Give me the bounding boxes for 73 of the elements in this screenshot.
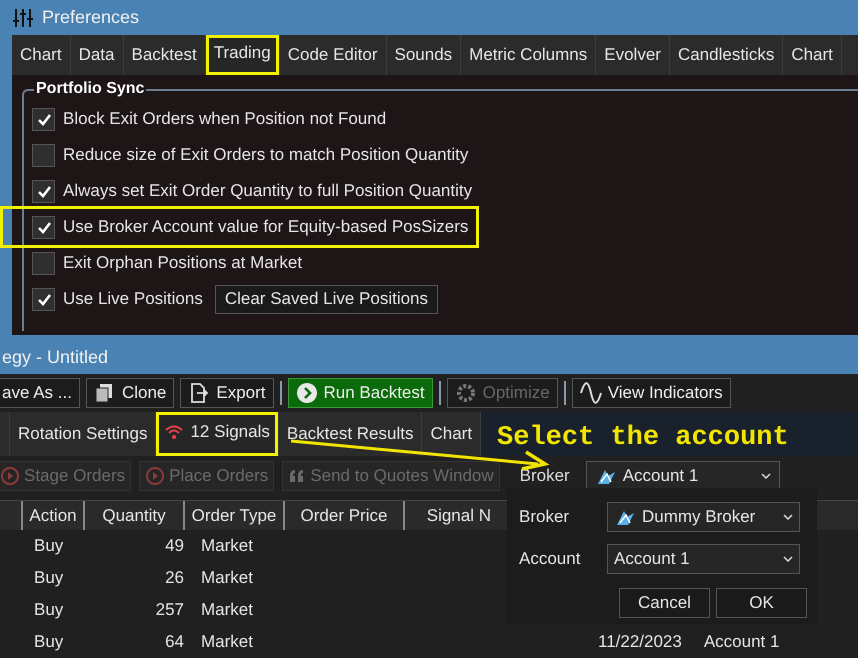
checkbox-label: Use Live Positions xyxy=(63,288,203,310)
tab[interactable]: Chart xyxy=(783,35,842,75)
tab[interactable]: Candlesticks xyxy=(670,35,784,75)
column-header: Action xyxy=(23,501,85,530)
account-dropdown[interactable]: Account 1 xyxy=(607,544,800,574)
gear-icon xyxy=(454,382,477,404)
table-cell-text: 11/22/2023 xyxy=(598,631,682,654)
table-cell-text: Market xyxy=(201,631,254,654)
table-cell-text: Buy xyxy=(34,631,64,654)
dialog-button[interactable]: Cancel xyxy=(619,588,710,618)
table-cell-text: Buy xyxy=(34,567,64,590)
tab[interactable]: Rotation Settings xyxy=(10,412,156,456)
table-cell-text: Account 1 xyxy=(704,631,780,654)
checkbox[interactable] xyxy=(32,180,55,202)
tab[interactable]: Code Editor xyxy=(280,35,386,75)
field-label: Broker xyxy=(520,465,570,488)
checkbox[interactable] xyxy=(32,252,55,274)
checkbox[interactable] xyxy=(32,108,55,130)
checkbox-label: Exit Orphan Positions at Market xyxy=(63,252,302,274)
window-title: Preferences xyxy=(42,6,140,29)
column-header: Order Price xyxy=(285,501,405,530)
broker-dropdown[interactable]: Dummy Broker xyxy=(607,502,800,532)
toolbar-button[interactable]: View Indicators xyxy=(572,378,731,408)
dialog-button[interactable]: OK xyxy=(716,588,807,618)
table-cell-text: Buy xyxy=(34,599,64,622)
sliders-icon xyxy=(12,6,34,28)
column-header: Quantity xyxy=(85,501,185,530)
checkbox-label: Always set Exit Order Quantity to full Position Quantity xyxy=(63,180,472,202)
tab[interactable]: Trading xyxy=(206,35,280,75)
annotation-text: Select the account xyxy=(496,422,789,455)
account-dropdown[interactable]: Account 1 xyxy=(586,461,780,491)
wifi-icon xyxy=(164,424,184,440)
tab[interactable]: Data xyxy=(70,35,124,75)
table-cell-text: Buy xyxy=(34,535,64,558)
toolbar-button[interactable]: Clone xyxy=(86,378,174,408)
table-cell-text: 64 xyxy=(164,631,184,654)
table-cell-text: 49 xyxy=(164,535,184,558)
chevron-icon xyxy=(783,514,793,520)
tab[interactable]: Backtest Results xyxy=(278,412,422,456)
table-cell-text: Market xyxy=(201,567,254,590)
group-title: Portfolio Sync xyxy=(34,79,146,99)
checkbox-label: Block Exit Orders when Position not Found xyxy=(63,108,386,130)
table-cell-text: Market xyxy=(201,599,254,622)
tab[interactable]: 12 Signals xyxy=(156,412,279,456)
column-header: Order Type xyxy=(185,501,285,530)
column-header: Signal N xyxy=(426,504,492,527)
field-label: Broker xyxy=(519,506,570,528)
toolbar-button[interactable]: ave As ... xyxy=(0,378,80,408)
toolbar-button[interactable]: Export xyxy=(180,378,274,408)
play-icon xyxy=(145,466,166,486)
tab[interactable]: Sounds xyxy=(386,35,462,75)
tab[interactable]: Chart xyxy=(422,412,482,456)
window-title: egy - Untitled xyxy=(2,346,108,369)
clear-button[interactable]: Clear Saved Live Positions xyxy=(214,284,438,314)
checkbox[interactable] xyxy=(32,288,55,310)
export-icon xyxy=(188,382,210,404)
play-icon xyxy=(0,466,20,486)
chevron-icon xyxy=(783,556,793,562)
table-cell-text: 26 xyxy=(164,567,184,590)
field-label: Account xyxy=(519,548,582,570)
table-cell-text: 257 xyxy=(154,599,184,622)
table-cell-text: Market xyxy=(201,535,254,558)
tab[interactable]: Metric Columns xyxy=(461,35,596,75)
checkbox-label: Reduce size of Exit Orders to match Position Quantity xyxy=(63,144,468,166)
chevron-icon xyxy=(760,473,771,479)
checkbox-label: Use Broker Account value for Equity-based PosSizers xyxy=(63,216,468,238)
wave-icon xyxy=(580,382,602,404)
checkbox[interactable] xyxy=(32,216,55,238)
tab[interactable]: Chart xyxy=(12,35,71,75)
toolbar-button[interactable]: Run Backtest xyxy=(288,378,433,408)
tab[interactable]: Evolver xyxy=(596,35,670,75)
play-icon xyxy=(296,382,318,404)
checkbox[interactable] xyxy=(32,144,55,166)
